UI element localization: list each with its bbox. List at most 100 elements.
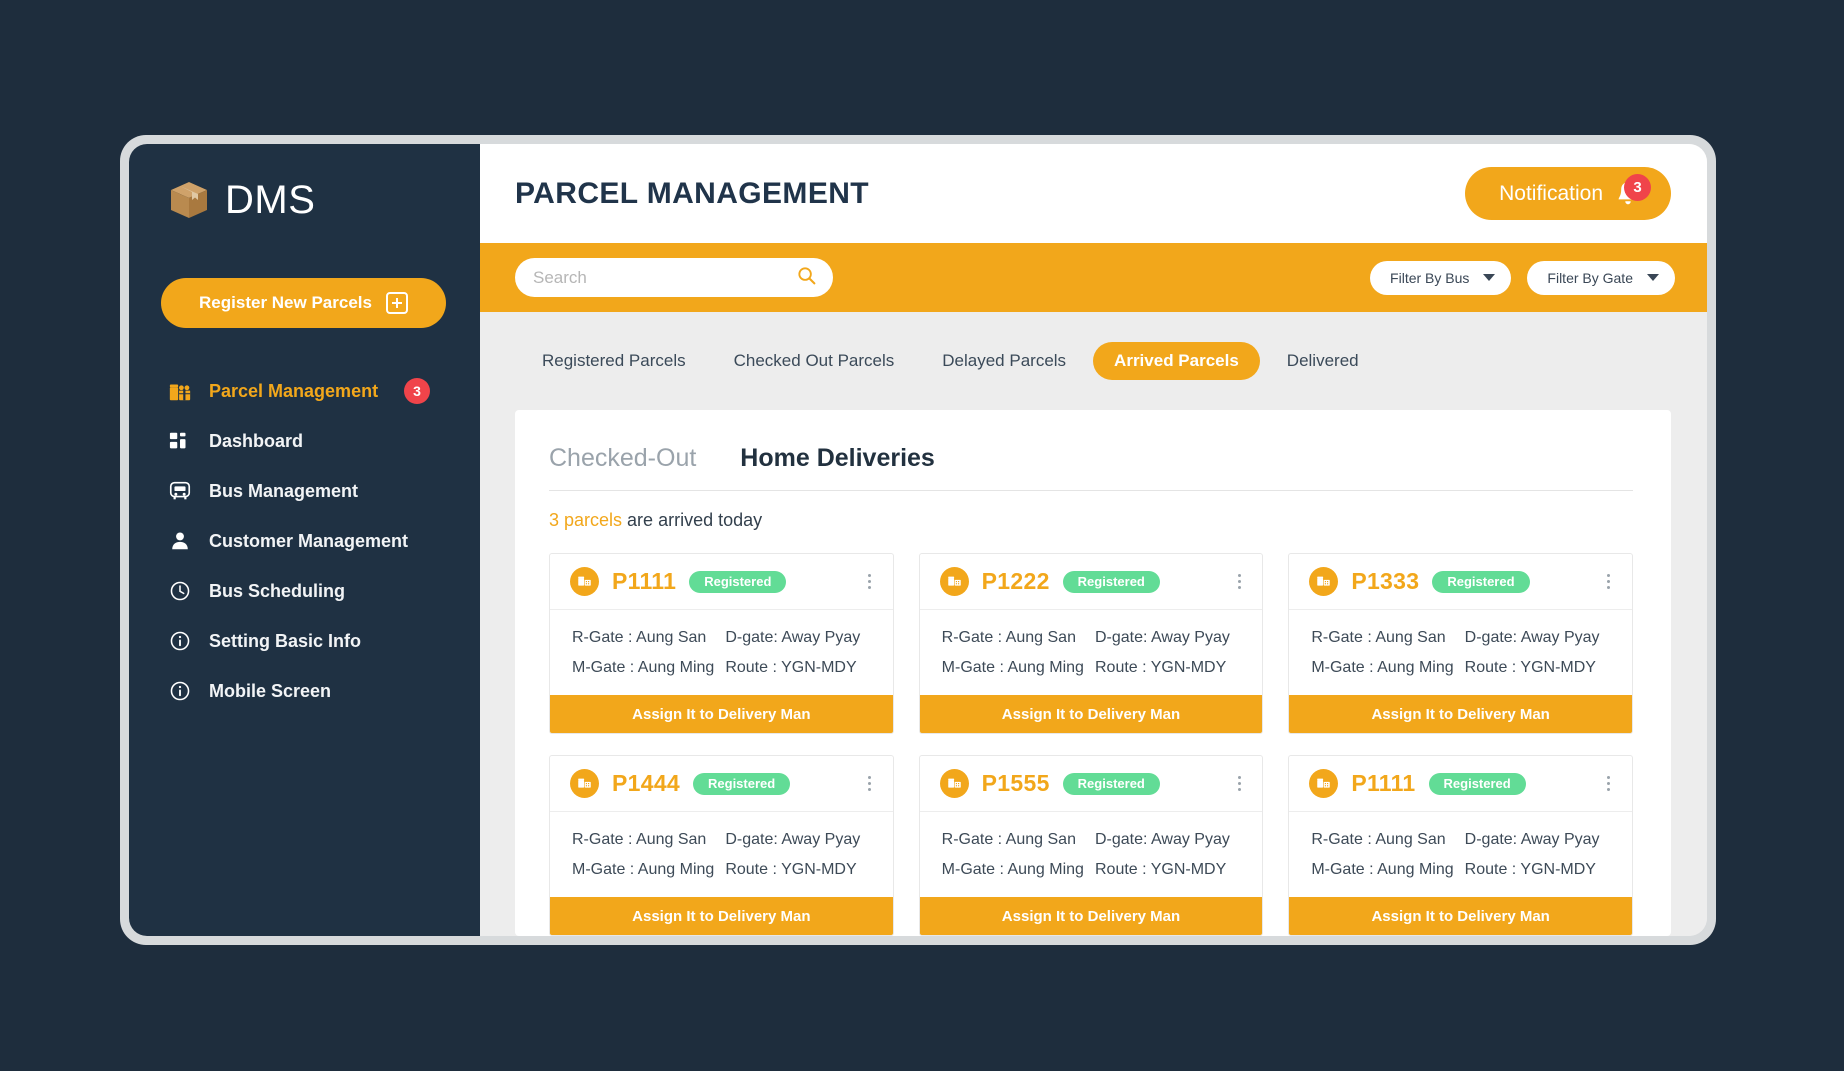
search-icon[interactable] xyxy=(796,265,817,291)
assign-to-delivery-man-button[interactable]: Assign It to Delivery Man xyxy=(550,695,893,733)
receiving-gate: R-Gate : Aung San xyxy=(1311,629,1446,646)
search-input[interactable] xyxy=(533,267,796,288)
receiving-gate: R-Gate : Aung San xyxy=(1311,831,1446,848)
kebab-menu-icon[interactable] xyxy=(1600,776,1618,791)
route: Route : YGN-MDY xyxy=(1464,861,1596,878)
parcel-id: P1111 xyxy=(1351,770,1416,796)
middle-gate: M-Gate : Aung Ming xyxy=(1311,861,1454,878)
kebab-menu-icon[interactable] xyxy=(861,776,879,791)
parcel-card-header: P1444 Registered xyxy=(550,756,893,812)
filter-by-gate-dropdown[interactable]: Filter By Gate xyxy=(1527,260,1675,295)
sidebar-item-label: Bus Scheduling xyxy=(209,580,346,601)
parcel-id: P1333 xyxy=(1351,568,1420,594)
receiving-gate: R-Gate : Aung San xyxy=(572,831,707,848)
sidebar: DMS Register New Parcels Parcel Manageme… xyxy=(129,144,480,936)
assign-to-delivery-man-button[interactable]: Assign It to Delivery Man xyxy=(550,897,893,935)
bus-icon xyxy=(167,478,193,504)
parcel-card[interactable]: P1111 Registered R-Gate : Aung San D-gat… xyxy=(1288,755,1633,936)
assign-to-delivery-man-button[interactable]: Assign It to Delivery Man xyxy=(919,695,1263,733)
status-badge: Registered xyxy=(689,570,787,593)
clock-icon xyxy=(167,578,193,604)
brand-name: DMS xyxy=(225,178,316,222)
parcel-id: P1222 xyxy=(981,568,1050,594)
kebab-menu-icon[interactable] xyxy=(1230,574,1248,589)
sidebar-item-parcel-management[interactable]: Parcel Management 3 xyxy=(129,366,480,416)
search-box[interactable] xyxy=(515,258,833,297)
middle-gate: M-Gate : Aung Ming xyxy=(1311,659,1454,676)
parcels-panel: Checked-Out Home Deliveries 3 parcels ar… xyxy=(515,410,1671,936)
kebab-menu-icon[interactable] xyxy=(1600,574,1618,589)
kebab-menu-icon[interactable] xyxy=(1230,776,1248,791)
parcel-card-header: P1111 Registered xyxy=(550,554,893,610)
register-new-parcels-button[interactable]: Register New Parcels xyxy=(161,278,446,328)
parcel-box-icon xyxy=(570,567,599,596)
summary-text: 3 parcels are arrived today xyxy=(549,510,1633,531)
status-badge: Registered xyxy=(693,772,791,795)
destination-gate: D-gate: Away Pyay xyxy=(725,629,861,646)
tab-registered-parcels[interactable]: Registered Parcels xyxy=(521,342,707,380)
sidebar-badge-count: 3 xyxy=(404,378,431,404)
subtab-checked-out[interactable]: Checked-Out xyxy=(549,444,696,473)
user-icon xyxy=(167,528,193,554)
status-badge: Registered xyxy=(1428,772,1526,795)
tab-delivered[interactable]: Delivered xyxy=(1266,342,1380,380)
main-area: PARCEL MANAGEMENT Notification 3 Search … xyxy=(480,144,1707,936)
sidebar-item-label: Mobile Screen xyxy=(209,680,332,701)
sidebar-item-customer-management[interactable]: Customer Management xyxy=(129,516,480,566)
parcel-card-header: P1111 Registered xyxy=(1289,756,1632,812)
assign-to-delivery-man-button[interactable]: Assign It to Delivery Man xyxy=(1289,897,1632,935)
subtab-home-deliveries[interactable]: Home Deliveries xyxy=(740,444,935,473)
sidebar-item-label: Dashboard xyxy=(209,430,304,451)
filter-by-bus-dropdown[interactable]: Filter By Bus xyxy=(1370,260,1512,295)
tab-checked-out-parcels[interactable]: Checked Out Parcels xyxy=(713,342,916,380)
receiving-gate: R-Gate : Aung San xyxy=(941,831,1076,848)
chevron-down-icon xyxy=(1647,274,1659,281)
parcel-card[interactable]: P1333 Registered R-Gate : Aung San D-gat… xyxy=(1288,553,1633,734)
top-bar: PARCEL MANAGEMENT Notification 3 xyxy=(480,144,1707,243)
filter-by-gate-label: Filter By Gate xyxy=(1547,269,1633,286)
sidebar-item-label: Bus Management xyxy=(209,480,359,501)
status-badge: Registered xyxy=(1062,570,1160,593)
parcel-box-icon xyxy=(167,178,211,222)
parcel-box-icon xyxy=(570,769,599,798)
parcel-card[interactable]: P1222 Registered R-Gate : Aung San D-gat… xyxy=(918,553,1264,734)
middle-gate: M-Gate : Aung Ming xyxy=(941,861,1084,878)
info-circle-icon xyxy=(167,678,193,704)
chevron-down-icon xyxy=(1483,274,1496,281)
notification-label: Notification xyxy=(1499,181,1603,205)
sidebar-item-bus-scheduling[interactable]: Bus Scheduling xyxy=(129,566,480,616)
parcel-card-body: R-Gate : Aung San D-gate: Away Pyay M-Ga… xyxy=(1289,812,1632,897)
middle-gate: M-Gate : Aung Ming xyxy=(941,659,1084,676)
destination-gate: D-gate: Away Pyay xyxy=(725,831,861,848)
destination-gate: D-gate: Away Pyay xyxy=(1464,831,1600,848)
content-area: Registered Parcels Checked Out Parcels D… xyxy=(480,312,1707,936)
destination-gate: D-gate: Away Pyay xyxy=(1094,831,1230,848)
kebab-menu-icon[interactable] xyxy=(861,574,879,589)
parcel-card-header: P1555 Registered xyxy=(919,756,1263,812)
assign-to-delivery-man-button[interactable]: Assign It to Delivery Man xyxy=(919,897,1263,935)
filter-by-bus-label: Filter By Bus xyxy=(1390,269,1470,286)
assign-to-delivery-man-button[interactable]: Assign It to Delivery Man xyxy=(1289,695,1632,733)
tab-arrived-parcels[interactable]: Arrived Parcels xyxy=(1093,342,1260,380)
parcel-card[interactable]: P1111 Registered R-Gate : Aung San D-gat… xyxy=(549,553,894,734)
parcel-id: P1111 xyxy=(612,568,677,594)
parcel-card-body: R-Gate : Aung San D-gate: Away Pyay M-Ga… xyxy=(920,812,1263,897)
register-button-label: Register New Parcels xyxy=(199,293,372,312)
info-circle-icon xyxy=(167,628,193,654)
summary-rest: are arrived today xyxy=(622,510,763,530)
tab-label: Checked Out Parcels xyxy=(733,351,895,370)
subtab-label: Home Deliveries xyxy=(740,444,935,472)
parcel-card[interactable]: P1555 Registered R-Gate : Aung San D-gat… xyxy=(918,755,1264,936)
parcel-card[interactable]: P1444 Registered R-Gate : Aung San D-gat… xyxy=(549,755,894,936)
parcel-card-body: R-Gate : Aung San D-gate: Away Pyay M-Ga… xyxy=(1289,610,1632,695)
middle-gate: M-Gate : Aung Ming xyxy=(572,861,715,878)
sidebar-item-dashboard[interactable]: Dashboard xyxy=(129,416,480,466)
parcel-card-header: P1222 Registered xyxy=(919,554,1263,610)
sidebar-item-setting-basic-info[interactable]: Setting Basic Info xyxy=(129,616,480,666)
sidebar-item-bus-management[interactable]: Bus Management xyxy=(129,466,480,516)
sidebar-item-mobile-screen[interactable]: Mobile Screen xyxy=(129,666,480,716)
destination-gate: D-gate: Away Pyay xyxy=(1464,629,1600,646)
tab-delayed-parcels[interactable]: Delayed Parcels xyxy=(921,342,1087,380)
parcel-box-icon xyxy=(939,567,969,596)
notification-button[interactable]: Notification 3 xyxy=(1465,167,1671,220)
